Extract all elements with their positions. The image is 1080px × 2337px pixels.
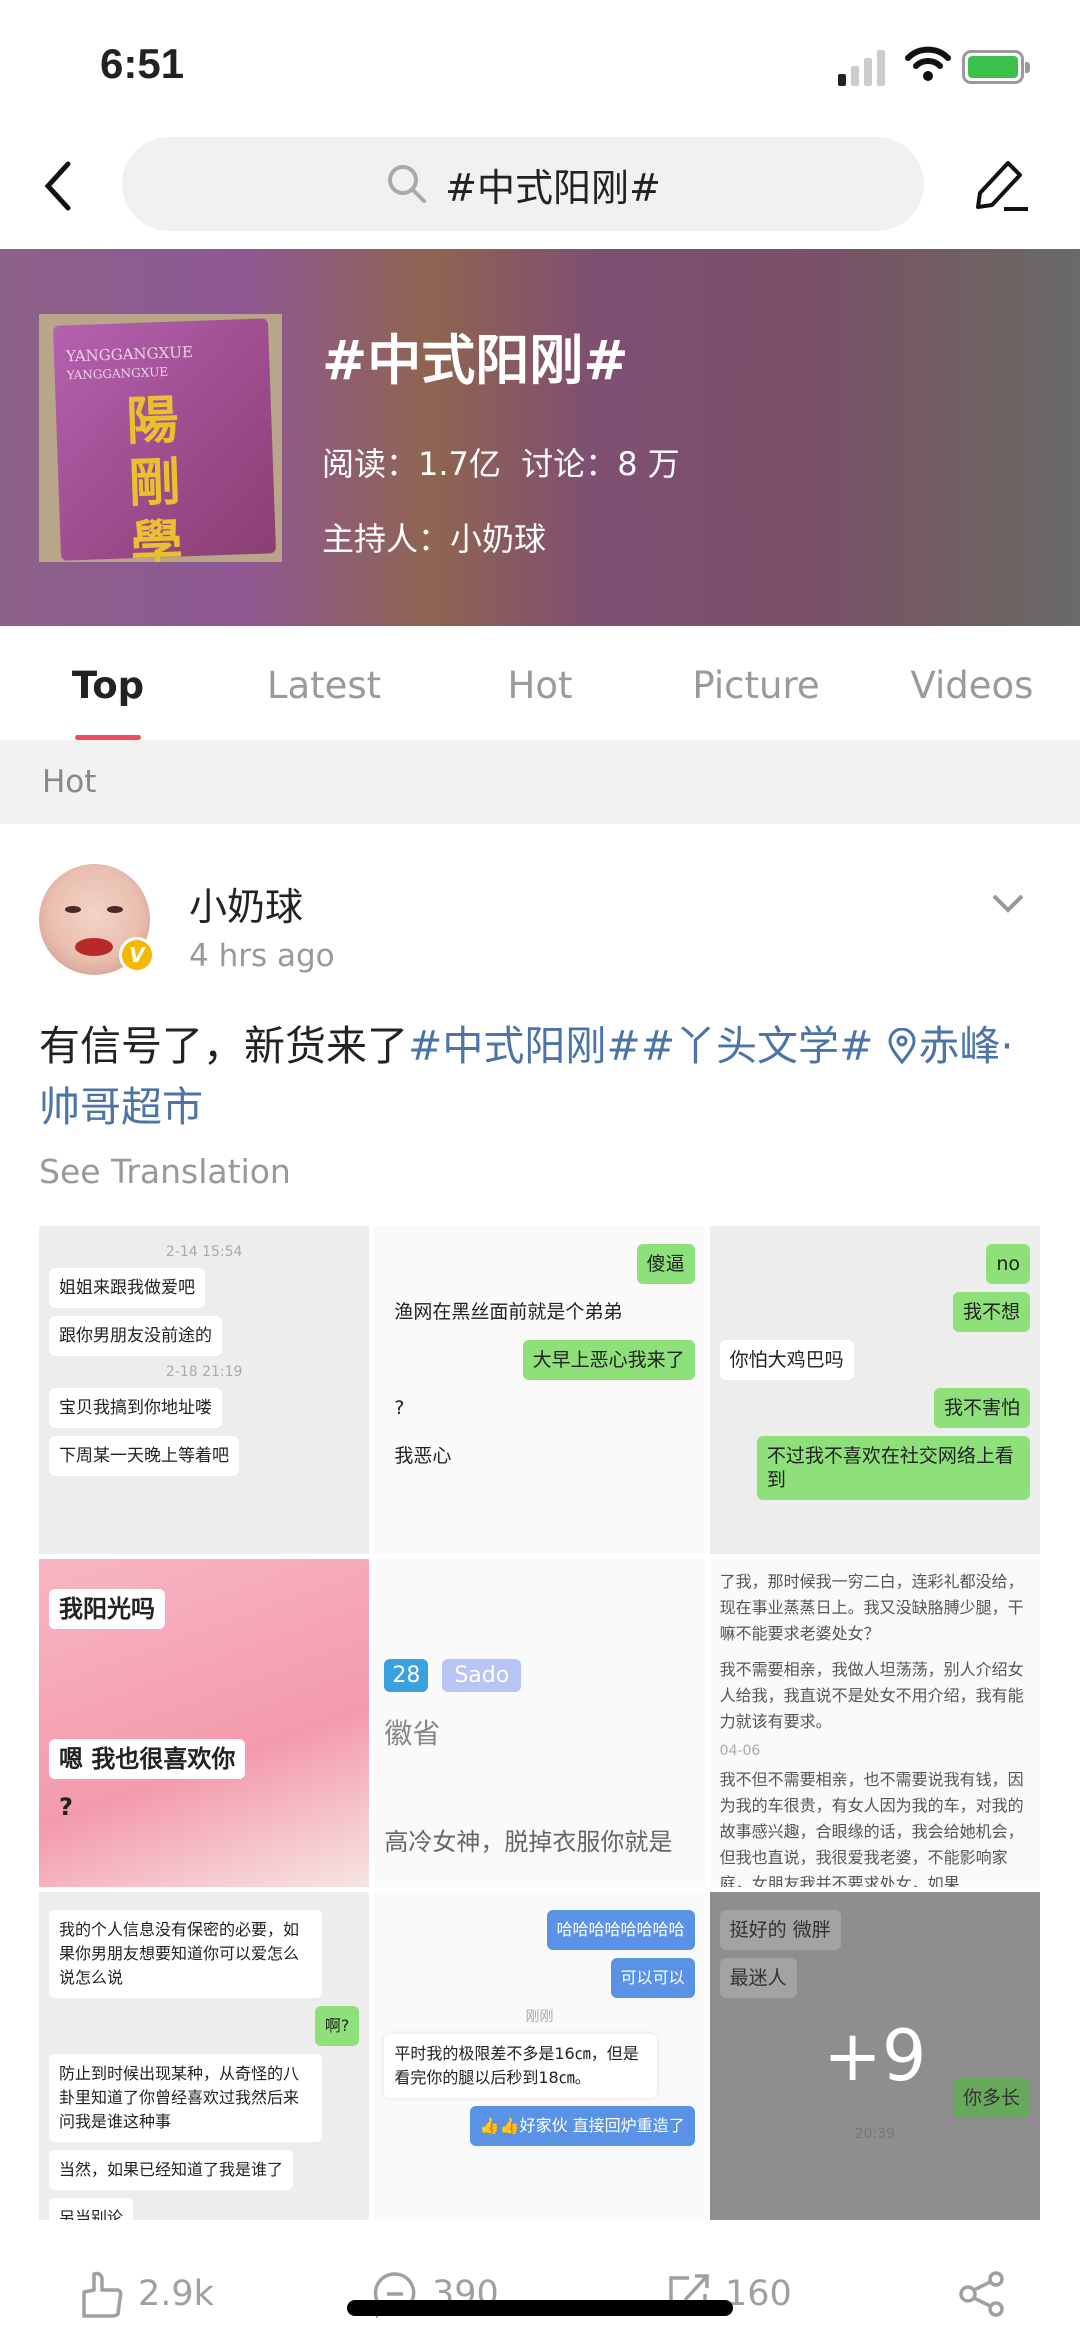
topic-title: #中式阳刚# <box>322 329 629 392</box>
like-button[interactable]: 2.9k <box>78 2270 214 2318</box>
post-image[interactable]: 哈哈哈哈哈哈哈哈 可以可以 刚刚 平时我的极限差不多是16㎝，但是看完你的腿以后… <box>374 1892 705 2220</box>
post-image-more[interactable]: 挺好的 微胖 最迷人 你多长 20:39 +9 <box>709 1892 1040 2220</box>
signal-icon <box>838 50 885 86</box>
home-indicator[interactable] <box>347 2300 733 2316</box>
post-image[interactable]: 2-14 15:54 姐姐来跟我做爱吧 跟你男朋友没前途的 2-18 21:19… <box>39 1226 370 1554</box>
search-icon <box>388 165 427 203</box>
topic-cover-image: YANGGANGXUE YANGGANGXUE 陽剛學 <box>39 314 282 562</box>
see-translation-link[interactable]: See Translation <box>39 1152 291 1191</box>
post-time: 4 hrs ago <box>189 938 335 974</box>
tab-top[interactable]: Top <box>0 626 216 740</box>
tab-bar: Top Latest Hot Picture Videos <box>0 626 1080 740</box>
author-name[interactable]: 小奶球 <box>189 876 303 931</box>
tab-picture[interactable]: Picture <box>648 626 864 740</box>
tab-hot[interactable]: Hot <box>432 626 648 740</box>
wifi-icon <box>905 46 951 81</box>
post-image[interactable]: 我阳光吗 嗯 我也很喜欢你 ? <box>39 1559 370 1887</box>
section-header: Hot <box>0 740 1080 824</box>
post-text: 有信号了，新货来了#中式阳刚##丫头文学# 赤峰·帅哥超市 <box>39 1022 1014 1131</box>
status-time: 6:51 <box>100 40 185 87</box>
edit-icon[interactable] <box>970 155 1030 215</box>
share-icon <box>959 2271 1004 2317</box>
verified-badge-icon: V <box>119 937 155 973</box>
cover-logo-zh: 陽剛學 <box>125 390 184 562</box>
search-bar[interactable]: #中式阳刚# <box>122 137 924 231</box>
topic-banner: YANGGANGXUE YANGGANGXUE 陽剛學 #中式阳刚# 阅读：1.7… <box>0 249 1080 626</box>
battery-icon <box>962 50 1030 84</box>
image-grid: 2-14 15:54 姐姐来跟我做爱吧 跟你男朋友没前途的 2-18 21:19… <box>39 1226 1040 2220</box>
more-images-count: +9 <box>823 2015 927 2097</box>
post-hashtags[interactable]: #中式阳刚##丫头文学# <box>408 1022 873 1070</box>
topic-host[interactable]: 主持人：小奶球 <box>322 514 546 560</box>
back-icon[interactable] <box>40 158 76 214</box>
repost-count: 160 <box>725 2274 792 2314</box>
post-image[interactable]: no 我不想 你怕大鸡巴吗 我不害怕 不过我不喜欢在社交网络上看到 <box>709 1226 1040 1554</box>
tab-latest[interactable]: Latest <box>216 626 432 740</box>
like-count: 2.9k <box>138 2274 214 2314</box>
location-icon <box>888 1027 916 1065</box>
post-image[interactable]: 了我，那时候我一穷二白，连彩礼都没给，现在事业蒸蒸日上。我又没缺胳膊少腿，干嘛不… <box>709 1559 1040 1887</box>
search-value: #中式阳刚# <box>445 165 661 210</box>
chevron-down-icon[interactable] <box>990 890 1026 918</box>
post-image[interactable]: 28 Sado 徽省 高冷女神，脱掉衣服你就是 <box>374 1559 705 1887</box>
post-image[interactable]: 傻逼 渔网在黑丝面前就是个弟弟 大早上恶心我来了 ? 我恶心 <box>374 1226 705 1554</box>
topic-stats: 阅读：1.7亿 讨论：8 万 <box>322 445 680 483</box>
share-button[interactable] <box>958 2270 1006 2318</box>
cover-logo-en: YANGGANGXUE YANGGANGXUE <box>65 342 194 383</box>
thumbs-up-icon <box>82 2271 123 2318</box>
tab-videos[interactable]: Videos <box>864 626 1080 740</box>
post-actions: 2.9k 390 160 <box>0 2260 1080 2337</box>
post-image[interactable]: 我的个人信息没有保密的必要，如果你男朋友想要知道你可以爱怎么说怎么说 啊? 防止… <box>39 1892 370 2220</box>
